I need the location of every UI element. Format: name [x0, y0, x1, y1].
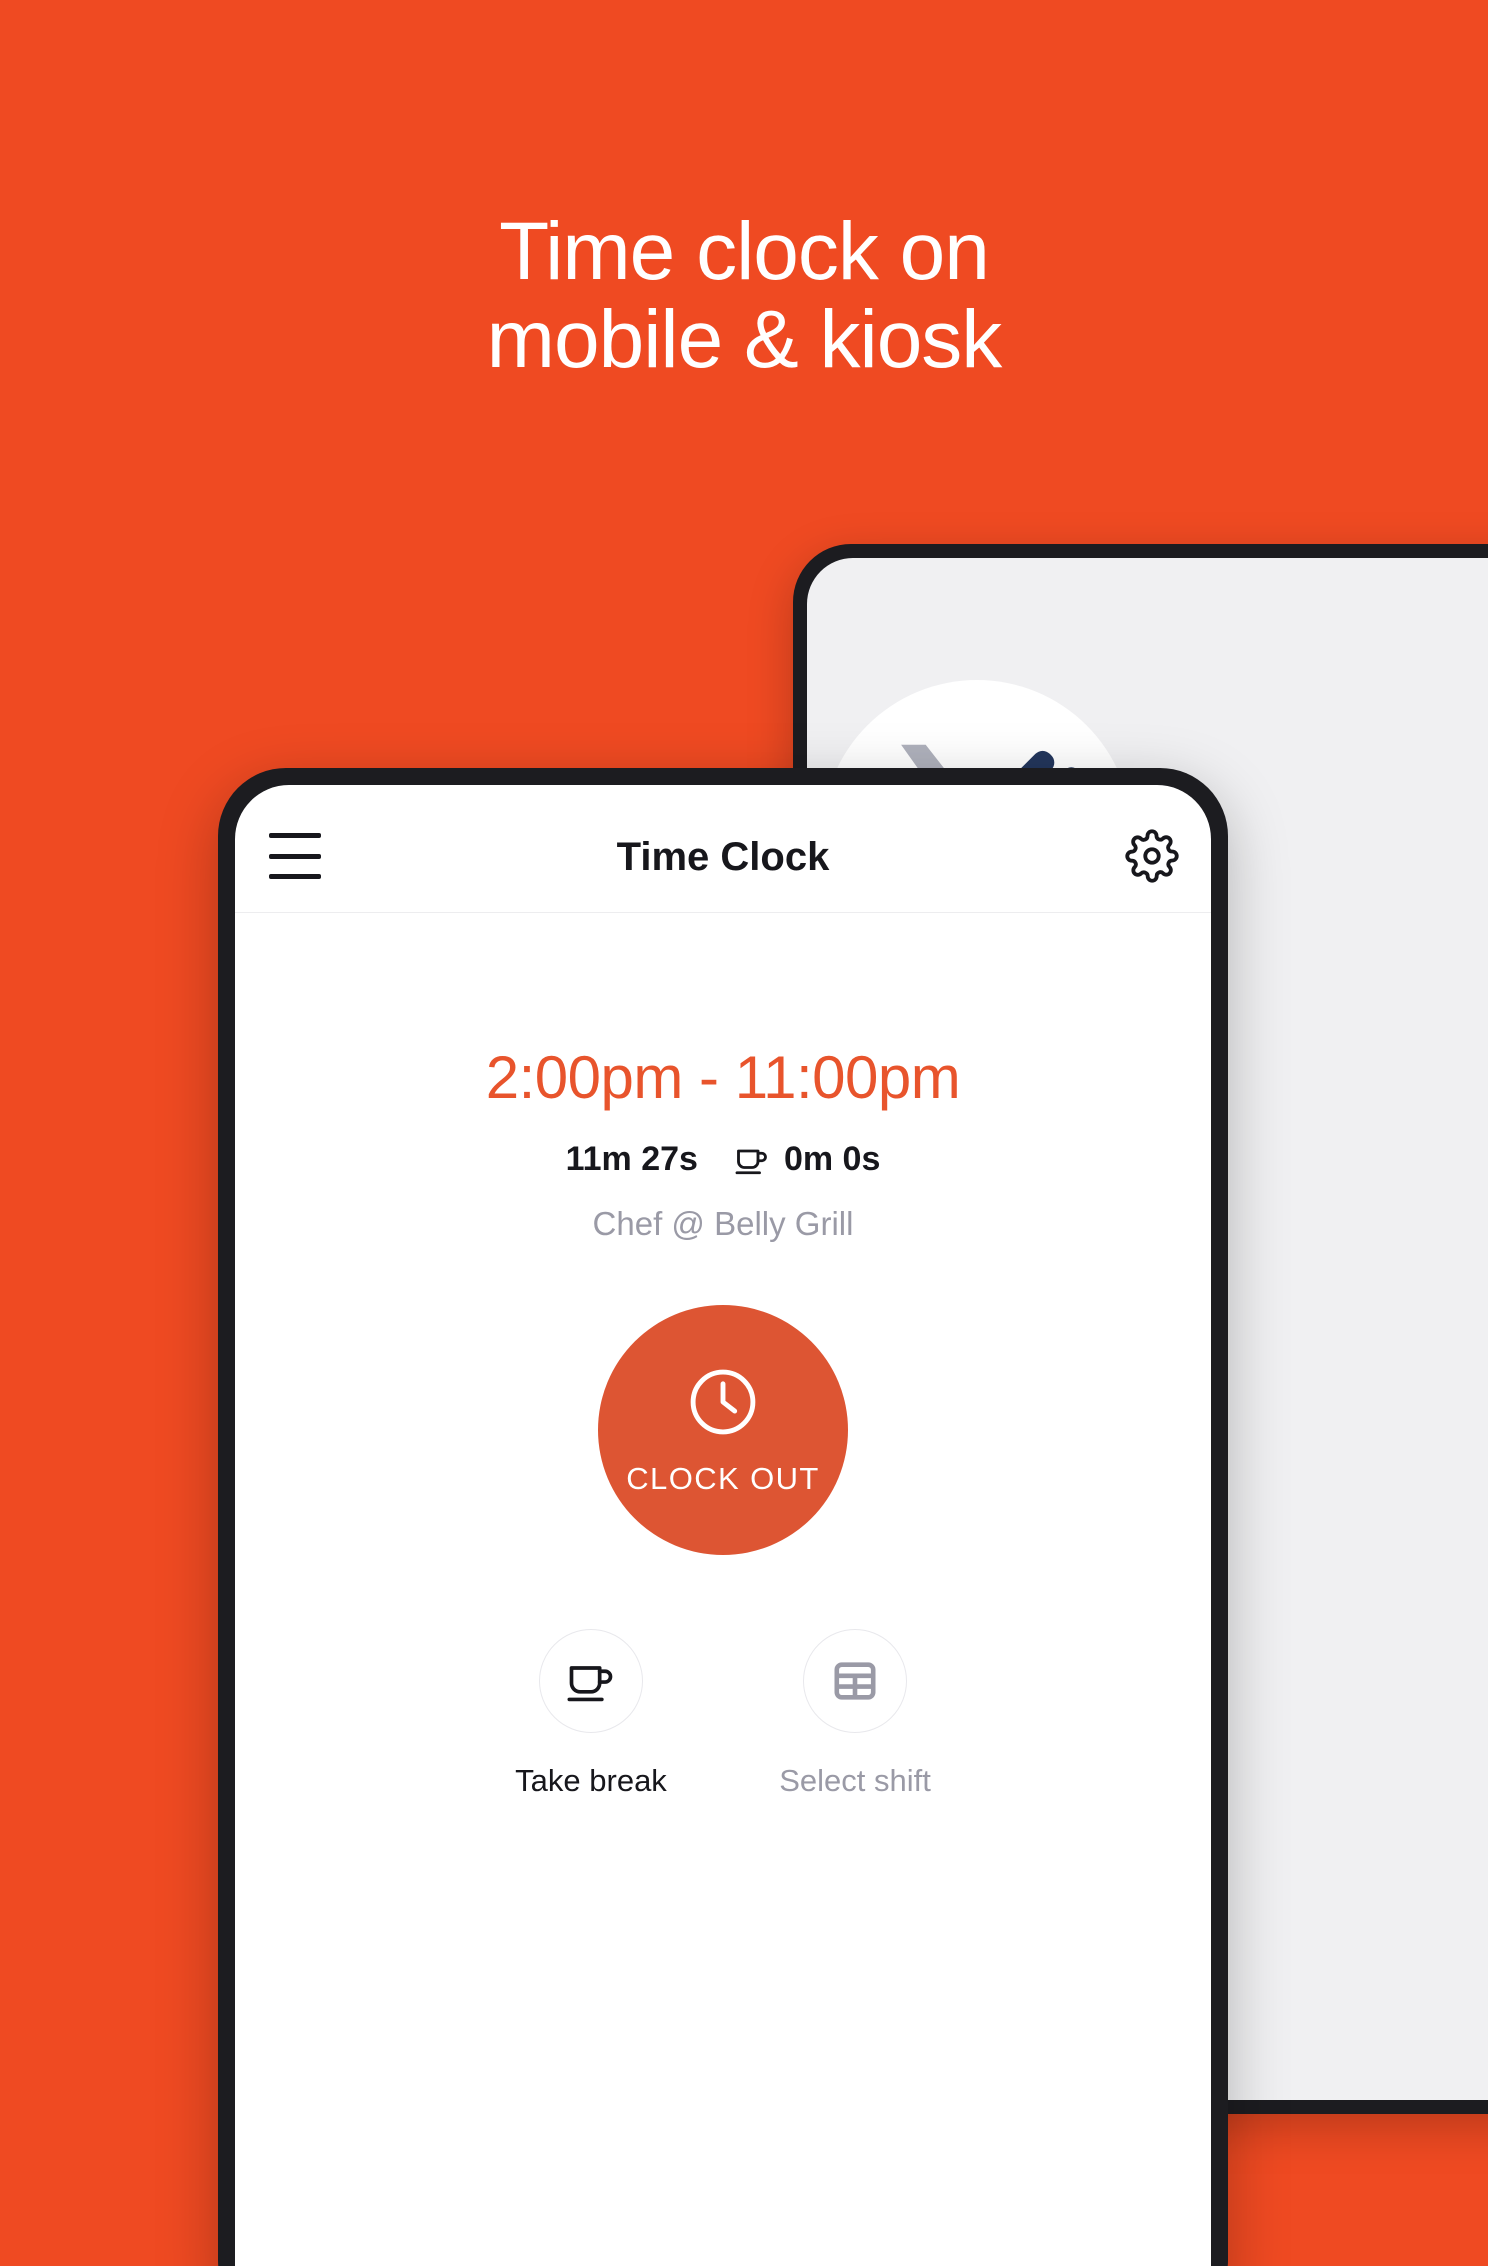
- gear-icon[interactable]: [1125, 829, 1179, 883]
- clock-icon: [690, 1369, 756, 1435]
- worked-duration: 11m 27s: [565, 1140, 698, 1178]
- clock-out-button[interactable]: CLOCK OUT: [598, 1305, 848, 1555]
- take-break-icon-circle: [539, 1629, 643, 1733]
- phone-screen: Time Clock 2:00pm - 11:00pm 11m 27s 0m 0…: [235, 785, 1211, 2266]
- role-and-location: Chef @ Belly Grill: [592, 1205, 854, 1242]
- break-duration-group: 0m 0s: [734, 1140, 880, 1179]
- time-clock-content: 2:00pm - 11:00pm 11m 27s 0m 0s Chef @ Be…: [235, 913, 1211, 1799]
- app-bar-title: Time Clock: [616, 835, 830, 879]
- promo-screenshot: Time clock on mobile & kiosk PO CORP 42a…: [0, 0, 1488, 2266]
- break-duration: 0m 0s: [783, 1140, 881, 1178]
- phone-device: Time Clock 2:00pm - 11:00pm 11m 27s 0m 0…: [218, 768, 1228, 2266]
- clock-out-area: CLOCK OUT: [235, 1305, 1211, 1555]
- coffee-cup-icon: [567, 1666, 613, 1702]
- grid-table-icon: [834, 1662, 876, 1700]
- take-break-button[interactable]: Take break: [485, 1629, 697, 1799]
- coffee-cup-icon: [735, 1149, 767, 1174]
- select-shift-button[interactable]: Select shift: [749, 1629, 961, 1799]
- secondary-actions: Take break Select shift: [235, 1629, 1211, 1799]
- take-break-label: Take break: [515, 1763, 667, 1798]
- app-bar: Time Clock: [235, 785, 1211, 913]
- clock-out-label: CLOCK OUT: [626, 1461, 820, 1496]
- shift-timers: 11m 27s 0m 0s: [235, 1140, 1211, 1179]
- select-shift-icon-circle: [803, 1629, 907, 1733]
- page-title: Time clock on mobile & kiosk: [486, 206, 1003, 385]
- shift-time-range: 2:00pm - 11:00pm: [485, 1044, 961, 1111]
- select-shift-label: Select shift: [779, 1763, 931, 1798]
